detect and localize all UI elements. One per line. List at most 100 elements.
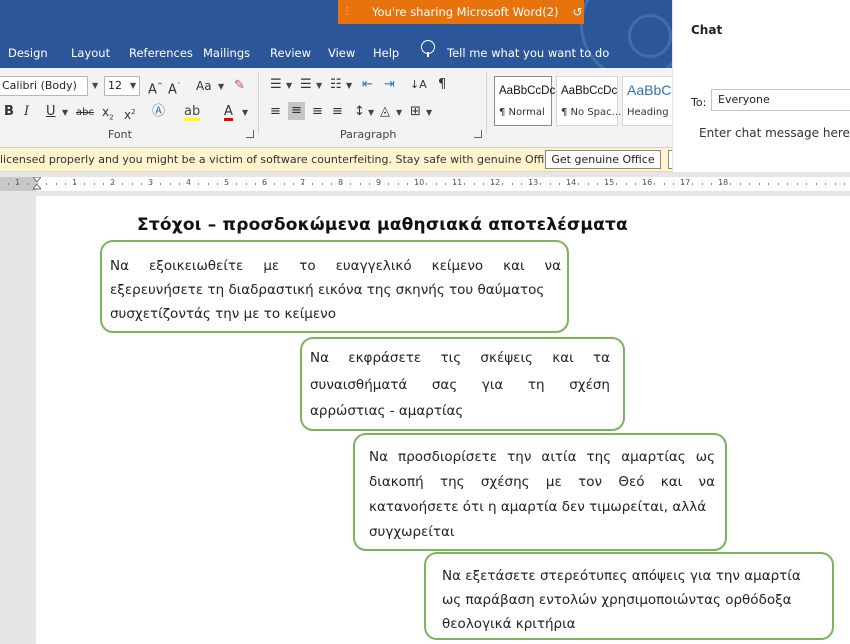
tab-view[interactable]: View [328, 46, 355, 60]
sharing-banner[interactable]: ⋮ You're sharing Microsoft Word(2) ↺ [338, 0, 584, 24]
goal-line: αρρώστιας - αμαρτίας [310, 403, 464, 419]
font-color-icon[interactable]: A [224, 104, 233, 121]
license-warning-bar: licensed properly and you might be a vic… [0, 148, 672, 172]
chevron-down-icon[interactable]: ▼ [368, 108, 374, 117]
title-bar: ⋮ You're sharing Microsoft Word(2) ↺ Des… [0, 0, 672, 68]
tab-help[interactable]: Help [373, 46, 399, 60]
tell-me-search[interactable]: Tell me what you want to do [447, 46, 609, 60]
highlight-icon[interactable]: ab [184, 104, 201, 121]
bullets-icon[interactable]: ☰ [270, 77, 282, 93]
ruler-tick [284, 183, 285, 185]
tab-mailings[interactable]: Mailings [203, 46, 250, 60]
tab-design[interactable]: Design [8, 46, 48, 60]
chevron-down-icon[interactable]: ▼ [130, 81, 136, 90]
style-normal[interactable]: AaBbCcDc ¶ Normal [494, 76, 555, 126]
shrink-font-icon[interactable]: Aˇ [168, 78, 180, 98]
ruler-tick [18, 183, 19, 185]
chevron-down-icon[interactable]: ▼ [346, 81, 352, 90]
sort-icon[interactable]: ↓A [410, 77, 427, 93]
ruler-number: 14 [566, 178, 577, 187]
goal-line: συσχετίζοντάς την με το κείμενο [110, 306, 336, 322]
show-formatting-icon[interactable]: ¶ [438, 77, 446, 93]
drag-handle-icon[interactable]: ⋮ [342, 0, 352, 24]
line-spacing-icon[interactable]: ↕ [354, 104, 365, 120]
align-left-icon[interactable]: ≡ [270, 104, 281, 120]
ruler-tick [341, 183, 342, 185]
license-warning-text: licensed properly and you might be a vic… [0, 153, 594, 166]
chevron-down-icon[interactable]: ▼ [426, 108, 432, 117]
ruler-tick [436, 183, 437, 185]
ruler-tick [578, 183, 579, 185]
clear-formatting-icon[interactable]: ✎ [234, 78, 245, 94]
ruler-number: 15 [604, 178, 615, 187]
style-name: ¶ No Spac... [561, 107, 622, 118]
horizontal-ruler[interactable]: 1123456789101112131415161718 [0, 172, 850, 194]
get-genuine-office-button[interactable]: Get genuine Office [545, 150, 661, 169]
shading-icon[interactable]: ◬ [380, 104, 390, 120]
lightbulb-icon[interactable] [421, 40, 435, 57]
goal-line: συναισθήματά σας για τη σχέση [310, 377, 610, 393]
chat-panel: Chat To: Everyone Enter chat message her… [672, 0, 850, 172]
ruler-tick [122, 183, 123, 185]
ruler-tick [37, 183, 38, 185]
ruler-tick [46, 183, 47, 185]
multilevel-list-icon[interactable]: ☷ [330, 77, 342, 93]
ruler-tick [265, 183, 266, 185]
superscript-icon[interactable]: x2 [124, 104, 136, 123]
sharing-banner-text: You're sharing Microsoft Word(2) [372, 5, 559, 19]
ruler-tick [94, 183, 95, 185]
tab-references[interactable]: References [129, 46, 193, 60]
style-no-spacing[interactable]: AaBbCcDc ¶ No Spac... [556, 76, 622, 126]
tab-review[interactable]: Review [270, 46, 311, 60]
strikethrough-icon[interactable]: abc [76, 105, 94, 121]
font-dialog-launcher-icon[interactable] [246, 130, 254, 138]
change-case-icon[interactable]: Aa [196, 78, 212, 94]
numbering-icon[interactable]: ☰ [300, 77, 312, 93]
font-group-label: Font [108, 128, 132, 141]
chevron-down-icon[interactable]: ▼ [242, 108, 248, 117]
style-sample: AaBbC [627, 82, 672, 98]
stop-sharing-icon[interactable]: ↺ [573, 5, 583, 19]
ruler-tick [113, 183, 114, 185]
ruler-tick [426, 183, 427, 185]
ruler-tick [645, 183, 646, 185]
ruler-tick [407, 183, 408, 185]
ruler-tick [369, 183, 370, 185]
chevron-down-icon[interactable]: ▼ [218, 82, 224, 91]
ruler-tick [806, 183, 807, 185]
ruler-tick [236, 183, 237, 185]
bold-icon[interactable]: B [4, 104, 14, 120]
tab-layout[interactable]: Layout [71, 46, 110, 60]
chevron-down-icon[interactable]: ▼ [62, 108, 68, 117]
ruler-tick [132, 183, 133, 185]
align-right-icon[interactable]: ≡ [312, 104, 323, 120]
style-name: Heading 1 [627, 107, 672, 118]
borders-icon[interactable]: ⊞ [410, 104, 421, 120]
ruler-tick [84, 183, 85, 185]
justify-icon[interactable]: ≡ [332, 104, 343, 120]
paragraph-dialog-launcher-icon[interactable] [474, 130, 482, 138]
chevron-down-icon[interactable]: ▼ [316, 81, 322, 90]
increase-indent-icon[interactable]: ⇥ [384, 77, 395, 93]
subscript-icon[interactable]: x2 [102, 104, 114, 125]
chevron-down-icon[interactable]: ▼ [396, 108, 402, 117]
ruler-tick [730, 183, 731, 185]
ruler-tick [683, 183, 684, 185]
document-title: Στόχοι – προσδοκώμενα μαθησιακά αποτελέσ… [137, 215, 628, 235]
grow-font-icon[interactable]: A^ [148, 78, 163, 98]
text-effects-icon[interactable]: Ⓐ [152, 104, 165, 120]
ruler-number: 16 [642, 178, 653, 187]
chat-to-label: To: [691, 96, 707, 109]
ruler-tick [331, 183, 332, 185]
underline-icon[interactable]: U [46, 104, 56, 120]
chat-message-input[interactable]: Enter chat message here [699, 126, 850, 140]
italic-icon[interactable]: I [24, 104, 29, 120]
chat-recipient-select[interactable]: Everyone [711, 89, 850, 111]
align-center-icon[interactable]: ≡ [288, 102, 305, 120]
font-name-combo[interactable]: Calibri (Body) [0, 76, 88, 96]
decrease-indent-icon[interactable]: ⇤ [362, 77, 373, 93]
style-heading-1[interactable]: AaBbC Heading 1 [622, 76, 672, 126]
ruler-tick [303, 183, 304, 185]
chevron-down-icon[interactable]: ▼ [92, 81, 98, 90]
chevron-down-icon[interactable]: ▼ [286, 81, 292, 90]
